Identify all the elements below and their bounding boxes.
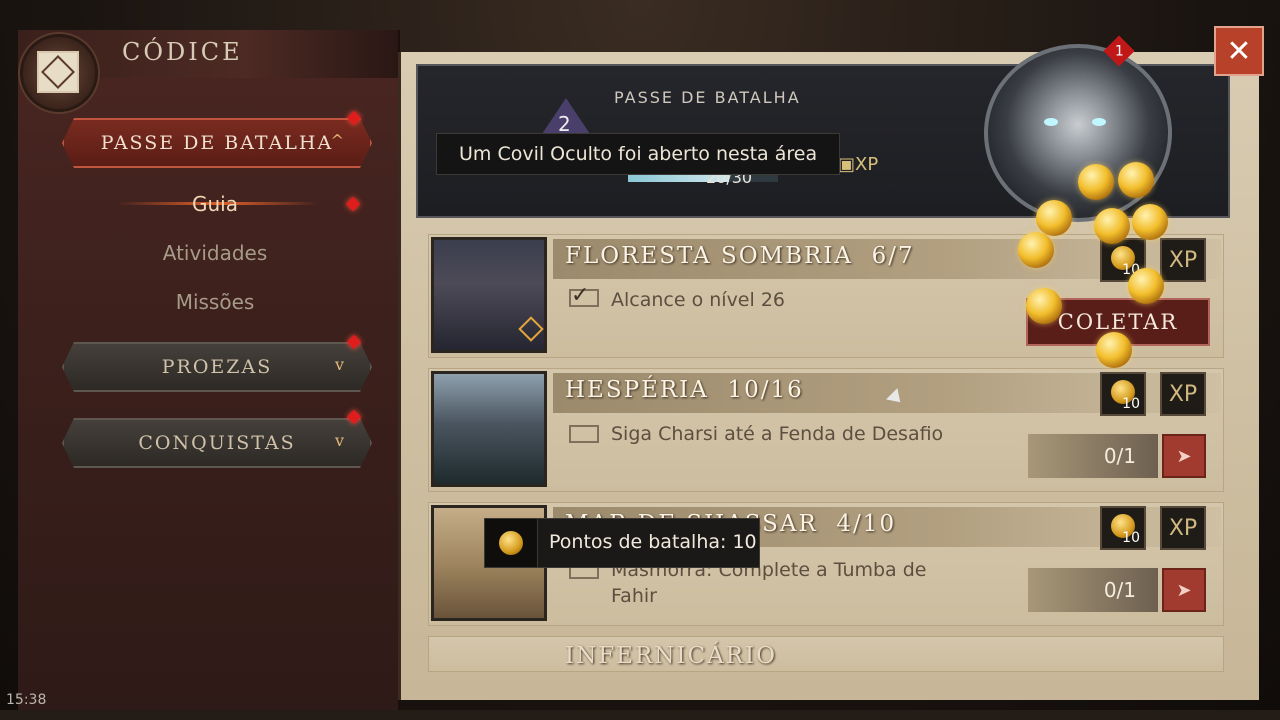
coin-icon (1096, 332, 1132, 368)
quest-status: 0/1 (1028, 434, 1158, 478)
sidebar-subitem-activities[interactable]: Atividades (62, 241, 368, 265)
sidebar-item-label: PASSE DE BATALHA (100, 132, 334, 154)
battle-pass-title: PASSE DE BATALHA (614, 88, 801, 107)
sidebar-item-label: PROEZAS (161, 356, 273, 378)
quest-progress: 10/16 (727, 377, 804, 403)
battle-point-coin-icon (499, 531, 523, 555)
quest-progress: 6/7 (871, 243, 915, 269)
xp-chest-label: XP (855, 154, 879, 175)
xp-reward[interactable]: XP (1160, 506, 1206, 550)
clock: 15:38 (6, 692, 47, 708)
quest-thumbnail (431, 237, 547, 353)
quest-progress: 4/10 (836, 511, 897, 537)
codex-emblem-icon (20, 34, 98, 112)
chevron-down-icon: v (334, 355, 346, 374)
sidebar-subitem-missions[interactable]: Missões (62, 290, 368, 314)
coin-icon (1026, 288, 1062, 324)
coin-icon (1094, 208, 1130, 244)
coin-icon (1078, 164, 1114, 200)
coin-icon (1128, 268, 1164, 304)
coin-icon (1036, 200, 1072, 236)
quest-card-infernicario[interactable]: INFERNICÁRIO (428, 636, 1224, 672)
xp-reward[interactable]: XP (1160, 372, 1206, 416)
coin-icon (1018, 232, 1054, 268)
reward-amount: 10 (1122, 396, 1140, 412)
tooltip-text: Pontos de batalha: 10 (549, 531, 757, 553)
quest-objective: Alcance o nível 26 (611, 289, 785, 311)
objective-checkbox (569, 425, 599, 443)
coin-icon (1118, 162, 1154, 198)
sidebar-item-feats[interactable]: PROEZAS v (62, 342, 372, 392)
chevron-up-icon: ^ (330, 131, 346, 150)
navigate-arrow-icon[interactable]: ➤ (1162, 434, 1206, 478)
quest-title: INFERNICÁRIO (565, 643, 777, 669)
quest-thumbnail (431, 371, 547, 487)
xp-chest-icon: ▣XP (838, 154, 879, 175)
chevron-down-icon: v (334, 431, 346, 450)
sidebar-item-achievements[interactable]: CONQUISTAS v (62, 418, 372, 468)
waypoint-icon (518, 316, 544, 342)
close-button[interactable]: ✕ (1214, 26, 1264, 76)
quest-title: FLORESTA SOMBRIA 6/7 (565, 243, 915, 269)
bottom-bar (0, 710, 1280, 720)
coin-icon (1132, 204, 1168, 240)
battle-points-tooltip: Pontos de batalha: 10 (484, 518, 760, 568)
sidebar-item-battle-pass[interactable]: PASSE DE BATALHA ^ (62, 118, 372, 168)
sidebar-item-label: CONQUISTAS (138, 432, 296, 454)
battle-points-reward[interactable]: 10 (1100, 506, 1146, 550)
reward-amount: 10 (1122, 530, 1140, 546)
navigate-arrow-icon[interactable]: ➤ (1162, 568, 1206, 612)
checkmark-icon: ✓ (571, 283, 590, 308)
page-title: CÓDICE (122, 38, 243, 66)
quest-status: 0/1 (1028, 568, 1158, 612)
dungeon-notification-tooltip: Um Covil Oculto foi aberto nesta área (436, 133, 841, 175)
quest-objective: Siga Charsi até a Fenda de Desafio (611, 423, 944, 445)
quest-title: HESPÉRIA 10/16 (565, 377, 804, 403)
battle-points-reward[interactable]: 10 (1100, 372, 1146, 416)
sidebar-subitem-guide[interactable]: Guia (62, 192, 368, 216)
xp-reward[interactable]: XP (1160, 238, 1206, 282)
